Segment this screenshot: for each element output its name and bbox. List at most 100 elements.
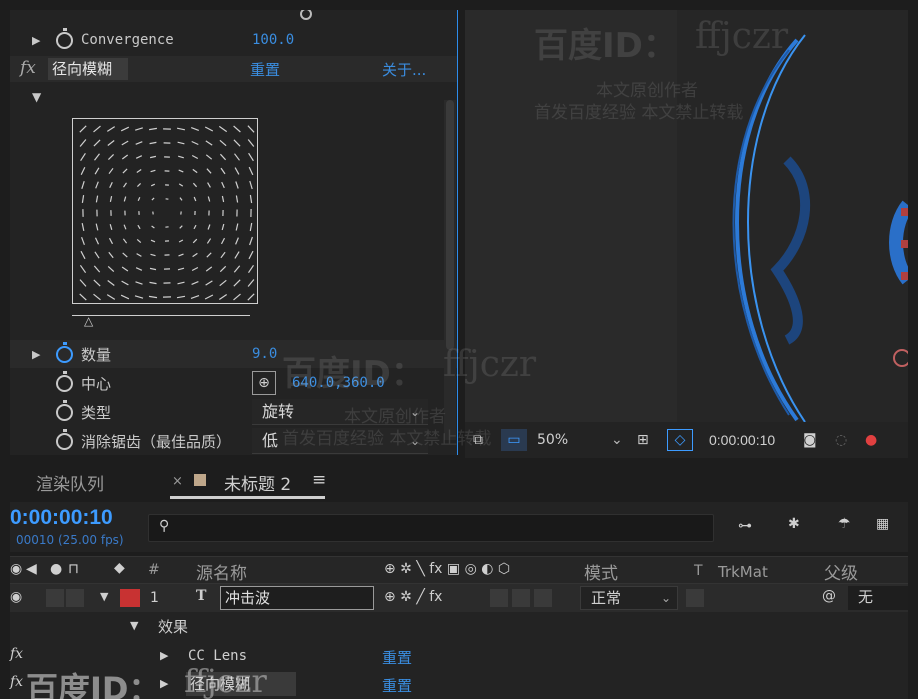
layer-name[interactable]: 冲击波 [220, 586, 374, 610]
convergence-value[interactable]: 100.0 [252, 32, 294, 48]
column-parent[interactable]: 父级 [824, 559, 858, 584]
fx-icon[interactable]: fx [10, 674, 23, 690]
channels-icon[interactable]: ● [865, 429, 877, 451]
frame-blending-icon[interactable]: ▦ [876, 516, 889, 532]
slider-handle-icon[interactable]: △ [84, 314, 93, 328]
camera-icon[interactable]: ◙ [803, 429, 817, 451]
eye-icon[interactable]: ◉ [10, 589, 22, 605]
blur-dash [81, 181, 85, 189]
viewer-timecode[interactable]: 0:00:00:10 [709, 429, 775, 451]
blur-dash [151, 197, 155, 201]
label-tag-icon[interactable]: ◆ [114, 560, 125, 576]
lock-icon[interactable]: ⊓ [68, 561, 79, 577]
effects-group-row[interactable]: ▼ 效果 [10, 612, 908, 642]
timeline-search[interactable]: ⚲ [148, 514, 714, 542]
fx-icon[interactable]: fx [20, 58, 36, 78]
expand-triangle-icon[interactable]: ▶ [160, 649, 168, 662]
crosshair-icon[interactable]: ⊕ [252, 371, 276, 395]
panel-scrollbar[interactable] [444, 100, 456, 440]
blur-dash [219, 153, 227, 161]
expand-triangle-icon[interactable]: ▶ [160, 677, 168, 690]
layers-icon[interactable]: ⧉ [473, 429, 483, 451]
blur-dash [221, 195, 225, 203]
expand-triangle-icon[interactable]: ▶ [32, 348, 40, 361]
solo-icon[interactable]: ● [50, 561, 62, 577]
expand-triangle-icon[interactable]: ▶ [32, 34, 40, 47]
stopwatch-icon[interactable] [56, 370, 73, 392]
expand-triangle-icon[interactable]: ▼ [130, 619, 138, 632]
blur-dash [120, 126, 130, 132]
region-grid-icon[interactable]: ⊞ [637, 429, 649, 451]
shy-layers-icon[interactable]: ☂ [838, 516, 851, 532]
solo-toggle[interactable] [46, 589, 64, 607]
type-dropdown[interactable]: 旋转 ⌄ [252, 399, 428, 425]
layer-label-color[interactable] [120, 589, 140, 607]
current-time[interactable]: 0:00:00:10 [10, 506, 113, 530]
tab-render-queue[interactable]: 渲染队列 [36, 470, 104, 495]
stopwatch-icon[interactable] [56, 428, 73, 450]
eye-icon[interactable]: ◉ [10, 561, 22, 577]
blur-dash [149, 281, 157, 285]
blur-dash [191, 140, 199, 146]
stopwatch-icon[interactable] [56, 27, 73, 49]
property-label: 中心 [81, 374, 112, 393]
chevron-down-icon[interactable]: ⌄ [611, 429, 623, 451]
comp-canvas[interactable] [677, 10, 908, 422]
column-headers: ◉ ◀ ● ⊓ ◆ # 源名称 ⊕ ✲ ╲ fx ▣ ◎ ◐ ⬡ 模式 T Tr… [10, 556, 908, 584]
monitor-icon[interactable]: ▭ [501, 429, 527, 451]
scroll-knob[interactable] [300, 10, 312, 20]
layer-switches-icons[interactable]: ⊕ ✲ ╱ fx [384, 589, 442, 605]
stopwatch-icon[interactable] [56, 399, 73, 421]
blur-dash [79, 125, 87, 133]
lock-toggle[interactable] [66, 589, 84, 607]
blur-dash [192, 182, 198, 188]
blur-dash [107, 265, 115, 273]
draft-3d-icon[interactable]: ✱ [788, 516, 800, 532]
quality-slider-track[interactable] [72, 315, 250, 316]
close-icon[interactable]: × [172, 474, 183, 489]
composition-viewer[interactable] [465, 10, 908, 422]
blur-dash [205, 154, 213, 160]
effect-name[interactable]: 径向模糊 [48, 58, 128, 80]
effect-name[interactable]: 径向模糊 [186, 672, 296, 696]
switch-box[interactable] [512, 589, 530, 607]
pickwhip-icon[interactable]: @ [822, 588, 836, 604]
expand-triangle-icon[interactable]: ▼ [100, 590, 108, 603]
zoom-value[interactable]: 50% [537, 429, 568, 451]
blur-dash [179, 197, 183, 201]
antialias-dropdown[interactable]: 低 ⌄ [252, 428, 428, 454]
effect-row-cc-lens[interactable]: fx ▶ CC Lens 重置 [10, 642, 908, 672]
amount-value[interactable]: 9.0 [252, 346, 277, 362]
column-mode[interactable]: 模式 [584, 559, 618, 584]
fx-icon[interactable]: fx [10, 646, 23, 662]
blur-dash [220, 167, 226, 175]
layer-row[interactable]: ◉ ▼ 1 T 冲击波 ⊕ ✲ ╱ fx 正常 ⌄ @ 无 [10, 584, 908, 612]
reset-link[interactable]: 重置 [382, 675, 412, 696]
audio-icon[interactable]: ◀ [26, 561, 37, 577]
trkmat-box[interactable] [686, 589, 704, 607]
effect-name[interactable]: CC Lens [188, 648, 247, 664]
reset-link[interactable]: 重置 [382, 647, 412, 668]
effect-row-radial-blur[interactable]: fx ▶ 径向模糊 重置 [10, 670, 908, 699]
center-value[interactable]: 640.0,360.0 [292, 375, 385, 391]
menu-icon[interactable]: ≡ [312, 470, 326, 490]
collapse-triangle-icon[interactable]: ▼ [32, 90, 41, 104]
blur-dash [193, 196, 197, 202]
tab-comp[interactable]: 未标题 2 [224, 470, 291, 495]
reset-link[interactable]: 重置 [250, 59, 280, 80]
mode-dropdown[interactable]: 正常 ⌄ [580, 586, 678, 610]
switch-box[interactable] [490, 589, 508, 607]
blur-dash [247, 293, 255, 301]
comp-flowchart-icon[interactable]: ⊶ [738, 518, 752, 534]
about-link[interactable]: 关于... [382, 59, 426, 80]
stopwatch-active-icon[interactable] [56, 341, 73, 363]
blur-dash [178, 253, 184, 257]
show-snapshot-icon[interactable]: ◌ [835, 429, 847, 451]
transparency-grid-icon[interactable]: ◇ [667, 429, 693, 451]
parent-dropdown[interactable]: 无 [848, 586, 908, 610]
scrollbar-thumb[interactable] [446, 100, 454, 350]
switch-box[interactable] [534, 589, 552, 607]
column-source-name[interactable]: 源名称 [196, 559, 247, 584]
effect-header-radial-blur[interactable]: fx 径向模糊 重置 关于... [10, 56, 457, 82]
column-trkmat[interactable]: TrkMat [718, 563, 768, 581]
